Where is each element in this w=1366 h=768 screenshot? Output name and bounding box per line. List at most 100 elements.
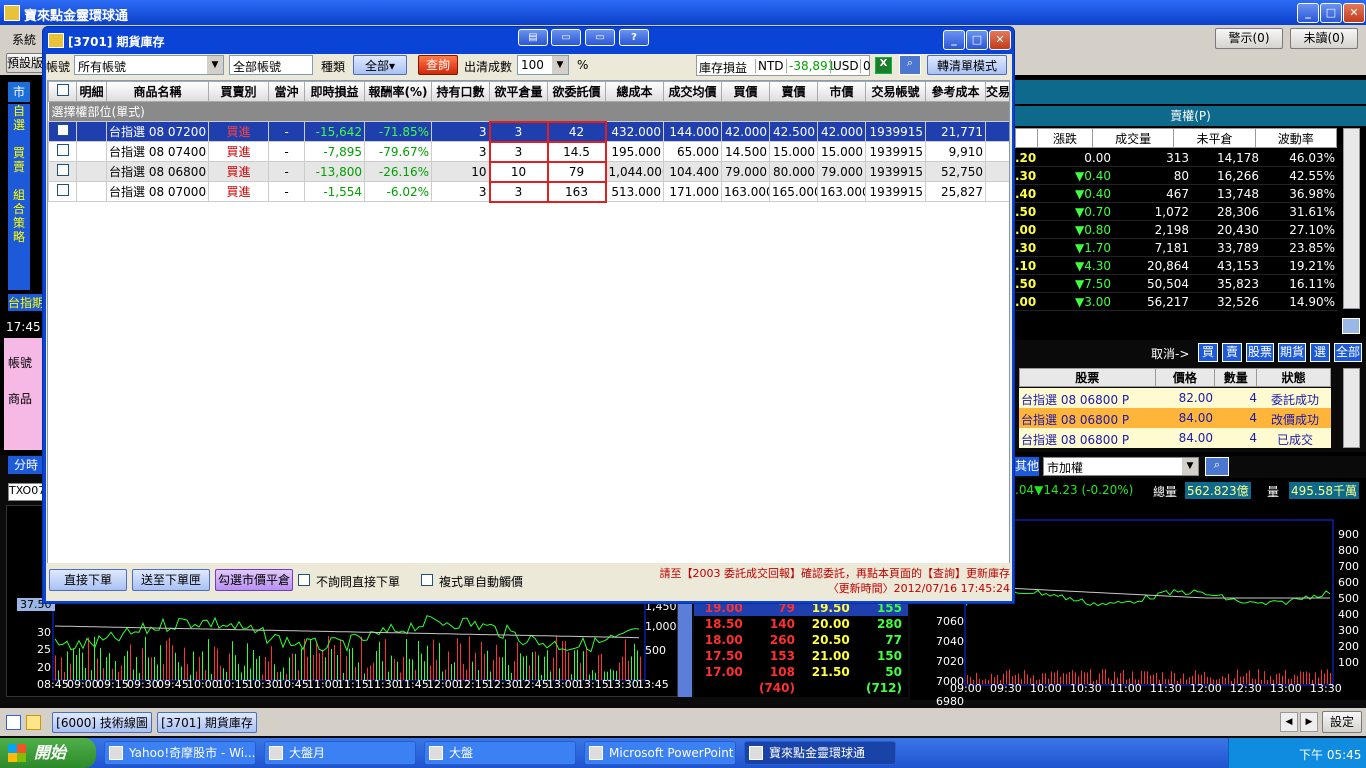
cancel-filter-button[interactable]: 賣: [1222, 343, 1242, 362]
default-layout-button[interactable]: 預設版: [6, 53, 44, 73]
row-checkbox[interactable]: [48, 121, 77, 142]
close-qty-input[interactable]: 3: [488, 180, 549, 203]
col-header[interactable]: 總成本: [605, 81, 664, 102]
market-select[interactable]: 市加權 ▼: [1043, 457, 1199, 476]
detail-cell[interactable]: [76, 161, 107, 182]
put-row[interactable]: .40 ▼0.40 467 13,748 36.98%: [1015, 185, 1337, 203]
col-header[interactable]: 買賣別: [208, 81, 269, 102]
cancel-filter-button[interactable]: 買: [1198, 343, 1218, 362]
window-tool-3[interactable]: ▭: [585, 29, 615, 46]
excel-icon[interactable]: X: [875, 57, 892, 74]
settings-button[interactable]: 設定: [1322, 711, 1362, 733]
put-row[interactable]: .00 ▼0.80 2,198 20,430 27.10%: [1015, 221, 1337, 239]
other-tab[interactable]: 其他: [1015, 457, 1039, 476]
col-header[interactable]: 持有口數: [431, 81, 490, 102]
window-tool-1[interactable]: ▤: [518, 29, 548, 46]
left-chart-tab[interactable]: 分時: [8, 456, 44, 474]
put-col-header[interactable]: 成交量: [1091, 128, 1175, 148]
acct-select[interactable]: 所有帳號 ▼: [74, 55, 224, 75]
put-row[interactable]: .00 ▼3.00 56,217 32,526 14.90%: [1015, 293, 1337, 311]
put-scrollbar[interactable]: [1343, 128, 1360, 309]
put-col-header[interactable]: 漲跌: [1037, 128, 1093, 148]
col-header[interactable]: 成交均價: [663, 81, 722, 102]
order-price-input[interactable]: 42: [546, 120, 607, 143]
select-all-checkbox[interactable]: [48, 81, 77, 102]
close-qty-input[interactable]: 10: [488, 160, 549, 183]
minimize-panel-button[interactable]: [1342, 318, 1360, 334]
quote-row[interactable]: 17.50 153 21.00 150: [694, 648, 908, 664]
col-header[interactable]: 欲平倉量: [489, 81, 548, 102]
taskbar-item[interactable]: 大盤: [424, 741, 576, 765]
app-maximize-button[interactable]: □: [1320, 3, 1342, 23]
put-row[interactable]: .30 ▼0.40 80 16,266 42.55%: [1015, 167, 1337, 185]
close-qty-input[interactable]: 3: [488, 120, 549, 143]
orders-col-header[interactable]: 數量: [1214, 368, 1258, 387]
order-price-input[interactable]: 14.5: [546, 140, 607, 163]
table-row[interactable]: 台指選 08 07000 P 買進 - -1,554 -6.02% 3 3 163 513.00…: [48, 180, 1009, 203]
status-next-icon[interactable]: ▶: [1300, 712, 1318, 732]
menu-system[interactable]: 系統: [12, 31, 36, 48]
row-checkbox[interactable]: [48, 181, 77, 202]
row-checkbox[interactable]: [48, 141, 77, 162]
col-header[interactable]: 市價: [817, 81, 866, 102]
auto-trigger-checkbox[interactable]: [421, 574, 433, 586]
col-header[interactable]: 明細: [76, 81, 107, 102]
table-row[interactable]: 台指選 08 07400 C 買進 - -7,895 -79.67% 3 3 14.5 195.…: [48, 140, 1009, 163]
col-header[interactable]: 當沖: [268, 81, 305, 102]
orders-scrollbar[interactable]: [1343, 368, 1360, 448]
put-col-header[interactable]: 未平倉: [1173, 128, 1256, 148]
type-dropdown[interactable]: 全部▾: [353, 55, 407, 75]
col-header[interactable]: 商品名稱: [106, 81, 209, 102]
orders-col-header[interactable]: 狀態: [1256, 368, 1331, 387]
table-row[interactable]: 台指選 08 07200 C 買進 - -15,642 -71.85% 3 3 42 432.0…: [48, 120, 1009, 143]
start-button[interactable]: 開始: [0, 738, 96, 768]
task-tech-chart[interactable]: [6000] 技術線圖: [52, 712, 152, 733]
taskbar-item[interactable]: 大盤月: [264, 741, 416, 765]
window-maximize-button[interactable]: □: [966, 30, 988, 50]
quote-row[interactable]: 17.00 108 21.50 50: [694, 664, 908, 680]
put-row[interactable]: .20 0.00 313 14,178 46.03%: [1015, 149, 1337, 167]
query-button[interactable]: 查詢: [418, 55, 458, 75]
left-tab-taiex[interactable]: 台指期: [8, 294, 44, 311]
put-row[interactable]: .50 ▼0.70 1,072 28,306 31.61%: [1015, 203, 1337, 221]
put-row[interactable]: .50 ▼7.50 50,504 35,823 16.11%: [1015, 275, 1337, 293]
put-row[interactable]: .30 ▼1.70 7,181 33,789 23.85%: [1015, 239, 1337, 257]
unread-button[interactable]: 未讀(0): [1290, 28, 1358, 49]
row-checkbox[interactable]: [48, 161, 77, 182]
col-header[interactable]: 交易帳號: [865, 81, 926, 102]
layout-icon[interactable]: [6, 715, 21, 730]
col-header[interactable]: 交易稅: [985, 81, 1009, 102]
order-row[interactable]: 台指選 08 06800 P 82.00 4 委託成功: [1019, 388, 1331, 408]
window-minimize-button[interactable]: _: [943, 30, 965, 50]
col-header[interactable]: 即時損益: [304, 81, 365, 102]
put-row[interactable]: .10 ▼4.30 20,864 43,153 19.21%: [1015, 257, 1337, 275]
task-futures-inventory[interactable]: [3701] 期貨庫存: [157, 712, 257, 733]
order-price-input[interactable]: 79: [546, 160, 607, 183]
order-price-input[interactable]: 163: [546, 180, 607, 203]
order-row[interactable]: 台指選 08 06800 P 84.00 4 已成交: [1019, 428, 1331, 448]
list-mode-button[interactable]: 轉清單模式: [927, 55, 1007, 75]
market-search-button[interactable]: ⌕: [1205, 457, 1229, 476]
app-close-button[interactable]: ✕: [1343, 3, 1365, 23]
taskbar-item[interactable]: 寶來點金靈環球通: [744, 741, 896, 765]
close-qty-input[interactable]: 3: [488, 140, 549, 163]
all-accounts-field[interactable]: 全部帳號: [229, 55, 313, 75]
taskbar-item[interactable]: Microsoft PowerPoint ...: [584, 741, 736, 765]
put-col-header[interactable]: 波動率: [1254, 128, 1338, 148]
taskbar-item[interactable]: Yahoo!奇摩股市 - Wi...: [104, 741, 256, 765]
quote-row[interactable]: 18.50 140 20.00 280: [694, 616, 908, 632]
window-tool-2[interactable]: ▭: [551, 29, 581, 46]
cancel-filter-button[interactable]: 股票: [1246, 343, 1274, 362]
col-header[interactable]: 買價: [721, 81, 770, 102]
cancel-filter-button[interactable]: 期貨: [1278, 343, 1306, 362]
left-code-input[interactable]: TXO07: [8, 483, 44, 501]
app-minimize-button[interactable]: _: [1297, 3, 1319, 23]
col-header[interactable]: 欲委託價: [547, 81, 606, 102]
no-confirm-checkbox[interactable]: [298, 574, 310, 586]
warning-button[interactable]: 警示(0): [1215, 28, 1283, 49]
window-tool-help[interactable]: ?: [619, 29, 649, 46]
window-close-button[interactable]: ✕: [989, 30, 1011, 50]
detail-cell[interactable]: [76, 181, 107, 202]
market-close-button[interactable]: 勾選市價平倉: [215, 569, 293, 591]
cancel-filter-button[interactable]: 選: [1310, 343, 1330, 362]
